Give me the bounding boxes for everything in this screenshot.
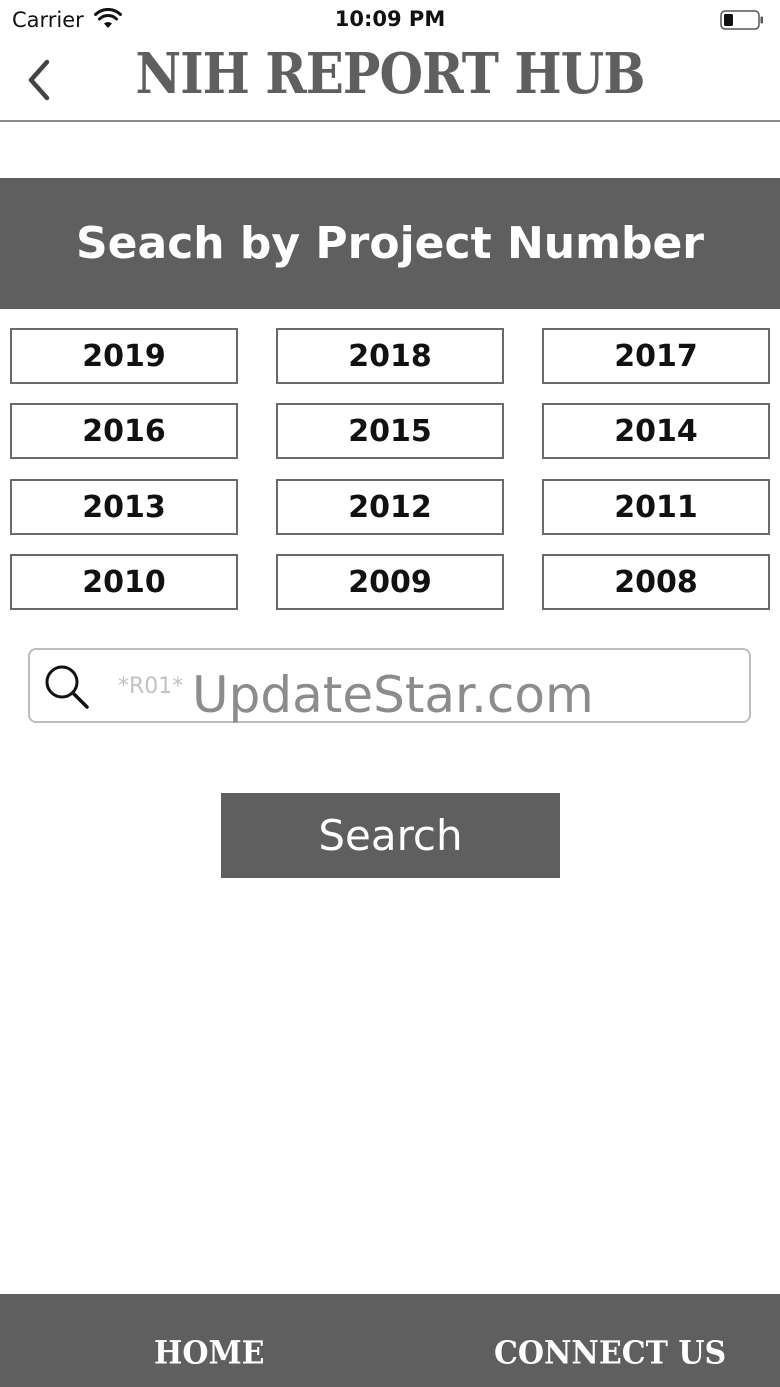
battery-icon [720, 10, 763, 30]
year-button-2017[interactable]: 2017 [542, 328, 770, 384]
year-button-2010[interactable]: 2010 [10, 554, 238, 610]
status-bar: Carrier 10:09 PM [0, 0, 780, 40]
section-header: Seach by Project Number [0, 178, 780, 309]
year-button-2015[interactable]: 2015 [276, 403, 504, 459]
year-button-2008[interactable]: 2008 [542, 554, 770, 610]
year-button-2014[interactable]: 2014 [542, 403, 770, 459]
search-icon [45, 665, 89, 709]
year-button-2016[interactable]: 2016 [10, 403, 238, 459]
year-button-2013[interactable]: 2013 [10, 479, 238, 535]
year-button-2019[interactable]: 2019 [10, 328, 238, 384]
tab-home[interactable]: HOME [154, 1335, 265, 1372]
year-button-2012[interactable]: 2012 [276, 479, 504, 535]
screen: Carrier 10:09 PM NIH REPORT HUB Seach by… [0, 0, 780, 1387]
tab-bar: HOME CONNECT US [0, 1294, 780, 1387]
year-button-2009[interactable]: 2009 [276, 554, 504, 610]
app-title: NIH REPORT HUB [135, 40, 646, 107]
nav-bar: NIH REPORT HUB [0, 40, 780, 122]
year-button-2011[interactable]: 2011 [542, 479, 770, 535]
search-input[interactable] [118, 664, 738, 708]
search-button[interactable]: Search [221, 793, 560, 878]
section-title: Seach by Project Number [75, 218, 704, 269]
tab-connect-us[interactable]: CONNECT US [494, 1335, 726, 1372]
clock: 10:09 PM [334, 7, 446, 31]
year-button-2018[interactable]: 2018 [276, 328, 504, 384]
search-field [28, 648, 751, 723]
